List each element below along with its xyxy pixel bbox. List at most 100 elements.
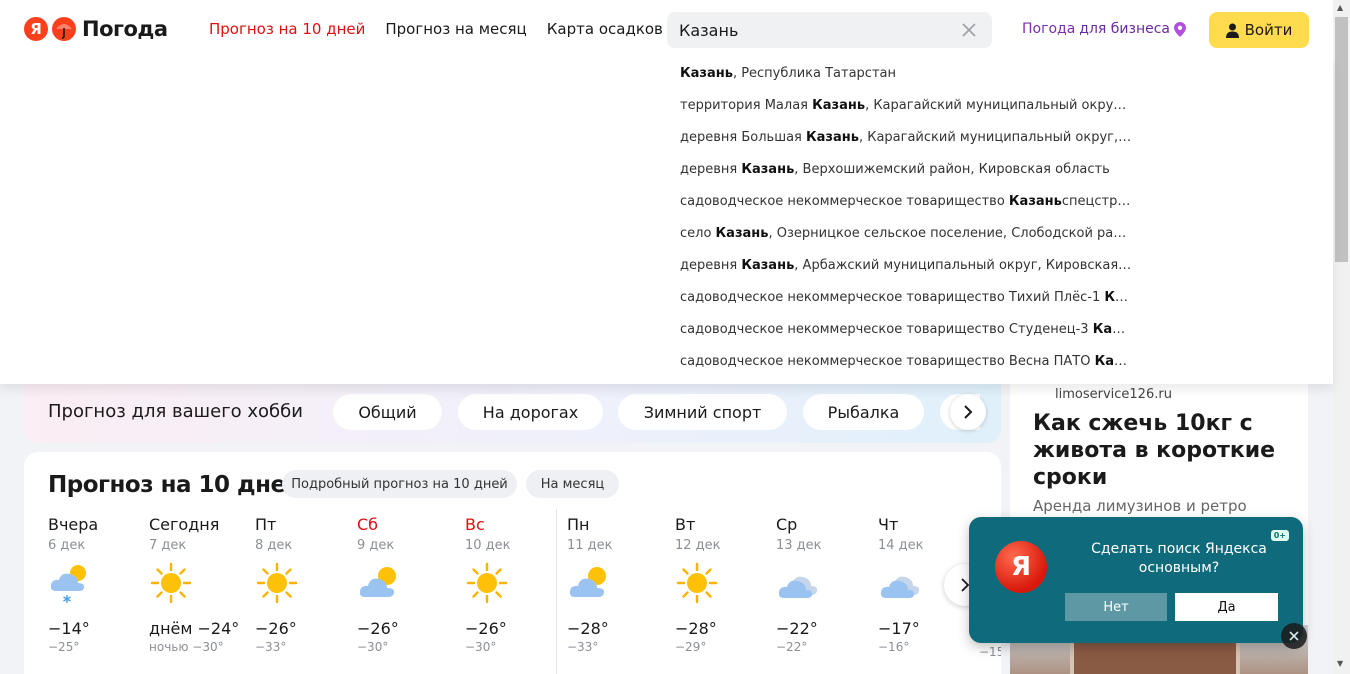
suggest-pre: садоводческое некоммерческое товариществ… — [680, 322, 1093, 337]
suggest-pre: деревня — [680, 258, 742, 273]
chip-fishing[interactable]: Рыбалка — [803, 394, 924, 430]
suggest-item[interactable]: деревня Казань, Арбажский муниципальный … — [680, 258, 1132, 273]
suggest-item[interactable]: садоводческое некоммерческое товариществ… — [680, 290, 1132, 305]
forecast-day[interactable]: Сегодня 7 дек днём −24° ночью −30° — [149, 515, 249, 654]
ad-text: Аренда лимузинов и ретро — [1033, 497, 1247, 515]
suggest-item[interactable]: деревня Казань, Верхошижемский район, Ки… — [680, 162, 1110, 177]
forecast-day[interactable]: Ср 13 дек −22° −22° — [776, 515, 876, 654]
suggest-pre: садоводческое некоммерческое товариществ… — [680, 354, 1095, 369]
night-temp: ночью −30° — [149, 640, 224, 654]
cloud-snow-icon — [48, 561, 92, 605]
forecast-day[interactable]: Сб 9 дек −26° −30° — [357, 515, 457, 654]
login-label: Войти — [1244, 21, 1293, 39]
suggest-post: , Верхошижемский район, Кировская област… — [794, 162, 1110, 177]
search-suggest-dropdown: Казань, Республика Татарстан территория … — [0, 56, 1333, 384]
nav-forecast-month[interactable]: Прогноз на месяц — [385, 20, 526, 38]
suggest-pre: село — [680, 226, 716, 241]
day-date: 12 дек — [675, 538, 721, 553]
business-link[interactable]: Погода для бизнеса — [1022, 21, 1187, 37]
suggest-match: Казань — [715, 226, 769, 241]
business-link-prefix: Погода — [1022, 21, 1076, 37]
nav-forecast-10-days[interactable]: Прогноз на 10 дней — [209, 20, 365, 38]
suggest-post: , Арбажский муниципальный округ, Кировск… — [794, 258, 1132, 273]
scroll-down-icon[interactable]: ▼ — [1337, 659, 1343, 668]
forecast-day[interactable]: Пт 8 дек −26° −33° — [255, 515, 355, 654]
day-name: Чт — [878, 515, 899, 534]
night-temp: −30° — [357, 640, 389, 654]
sun-icon — [465, 561, 509, 605]
suggest-match: Казань — [680, 66, 733, 81]
chip-general[interactable]: Общий — [333, 394, 442, 430]
suggest-post: , Карагайский муниципальный округ, Пер..… — [858, 130, 1132, 145]
clear-search-icon[interactable] — [960, 21, 978, 39]
day-date: 9 дек — [357, 538, 395, 553]
sun-icon — [149, 561, 193, 605]
user-icon — [1225, 23, 1239, 38]
day-name: Сегодня — [149, 515, 220, 534]
chip-roads[interactable]: На дорогах — [458, 394, 603, 430]
month-forecast-button[interactable]: На месяц — [526, 470, 619, 498]
suggest-item[interactable]: село Казань, Озерницкое сельское поселен… — [680, 226, 1132, 241]
ad-domain: limoservice126.ru — [1055, 387, 1172, 402]
nav-precipitation-map[interactable]: Карта осадков — [547, 20, 663, 38]
partly-cloudy-icon — [567, 561, 611, 605]
day-date: 7 дек — [149, 538, 187, 553]
scroll-up-icon[interactable]: ▲ — [1337, 3, 1343, 12]
chip-winter-sport[interactable]: Зимний спорт — [618, 394, 787, 430]
login-button[interactable]: Войти — [1209, 12, 1309, 48]
popup-message: Сделать поиск Яндекса основным? — [1091, 541, 1267, 576]
suggest-match: Казань — [741, 162, 795, 177]
suggest-post: , Республика Татарстан — [732, 66, 896, 81]
suggest-item[interactable]: садоводческое некоммерческое товариществ… — [680, 322, 1132, 337]
day-temp: −26° — [255, 619, 297, 638]
forecast-day[interactable]: Вт 12 дек −28° −29° — [675, 515, 775, 654]
suggest-item[interactable]: садоводческое некоммерческое товариществ… — [680, 194, 1132, 209]
forecast-day[interactable]: Пн 11 дек −28° −33° — [567, 515, 667, 654]
day-name: Пт — [255, 515, 277, 534]
day-name: Вт — [675, 515, 696, 534]
day-name: Сб — [357, 515, 379, 534]
suggest-post: , Озерницкое сельское поселение, Слободс… — [768, 226, 1132, 241]
day-date: 8 дек — [255, 538, 293, 553]
scrollbar-thumb[interactable] — [1335, 17, 1348, 262]
chips-next-button[interactable] — [950, 394, 986, 430]
suggest-post: спецстрой, ... — [1061, 194, 1132, 209]
suggest-match: Казань — [741, 258, 795, 273]
suggest-item[interactable]: деревня Большая Казань, Карагайский муни… — [680, 130, 1132, 145]
night-temp: −29° — [675, 640, 707, 654]
suggest-item[interactable]: Казань, Республика Татарстан — [680, 66, 896, 81]
cloudy-icon — [878, 561, 922, 605]
search-input[interactable] — [679, 20, 949, 40]
logo[interactable]: Я Погода — [24, 17, 168, 41]
umbrella-icon — [52, 17, 76, 41]
hobby-forecast-bar: Прогноз для вашего хобби Общий На дорога… — [24, 380, 1001, 443]
night-temp: −30° — [465, 640, 497, 654]
partly-cloudy-icon — [357, 561, 401, 605]
day-temp: днём −24° — [149, 619, 240, 638]
business-link-suffix: для бизнеса — [1079, 21, 1171, 37]
suggest-item[interactable]: садоводческое некоммерческое товариществ… — [680, 354, 1132, 369]
suggest-match: Казань — [1008, 194, 1062, 209]
night-temp: −25° — [48, 640, 80, 654]
popup-close-button[interactable] — [1281, 623, 1307, 649]
ad-headline[interactable]: Как сжечь 10кг с живота в короткие сроки — [1033, 410, 1293, 491]
page-scrollbar[interactable]: ▲ ▼ — [1333, 0, 1350, 674]
day-temp: −22° — [776, 619, 818, 638]
suggest-item[interactable]: территория Малая Казань, Карагайский мун… — [680, 98, 1132, 113]
night-temp: −33° — [567, 640, 599, 654]
forecast-day[interactable]: Вс 10 дек −26° −30° — [465, 515, 565, 654]
location-pin-icon — [1174, 21, 1187, 37]
suggest-pre: территория Малая — [680, 98, 813, 113]
suggest-pre: садоводческое некоммерческое товариществ… — [680, 290, 1105, 305]
day-name: Ср — [776, 515, 798, 534]
popup-no-button[interactable]: Нет — [1065, 593, 1167, 621]
night-temp: −33° — [255, 640, 287, 654]
detailed-forecast-button[interactable]: Подробный прогноз на 10 дней — [282, 470, 517, 498]
suggest-match: Казань — [806, 130, 859, 145]
main-nav: Прогноз на 10 дней Прогноз на месяц Карт… — [209, 20, 663, 38]
day-date: 14 дек — [878, 538, 924, 553]
night-temp: −22° — [776, 640, 808, 654]
forecast-day[interactable]: Вчера 6 дек −14° −25° — [48, 515, 148, 654]
popup-yes-button[interactable]: Да — [1175, 593, 1278, 621]
yandex-logo-icon: Я — [995, 541, 1047, 593]
